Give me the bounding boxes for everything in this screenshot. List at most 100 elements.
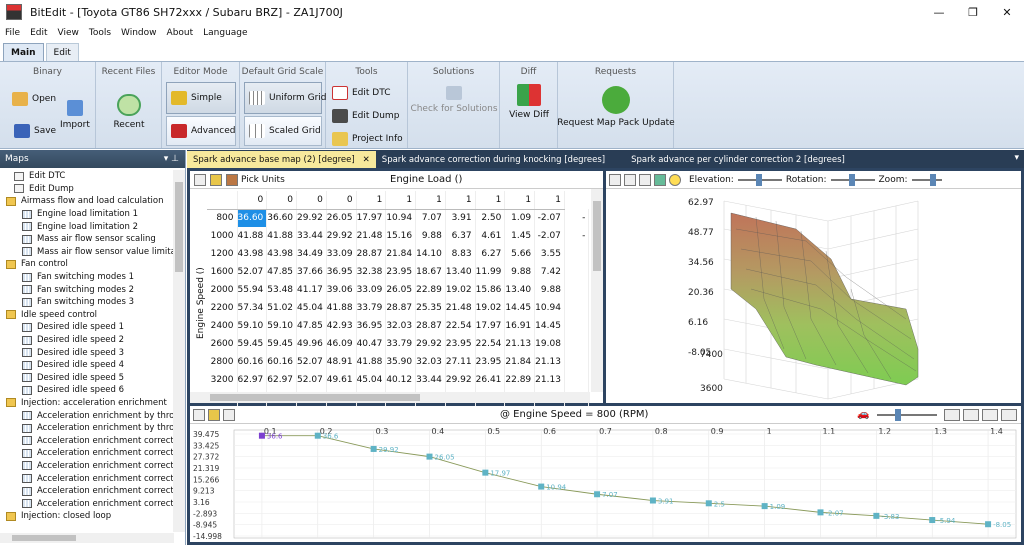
import-button[interactable]: Import	[60, 100, 90, 130]
table-cell[interactable]: 16.91	[504, 317, 536, 335]
table-cell[interactable]: 32.03	[385, 317, 417, 335]
table-cell[interactable]: 11.99	[475, 263, 506, 281]
minimize-button[interactable]: —	[922, 0, 956, 24]
line-icon[interactable]	[982, 409, 998, 421]
table-cell[interactable]: 47.85	[266, 263, 298, 281]
doc-tab-spark-knock-correction[interactable]: Spark advance correction during knocking…	[376, 151, 611, 168]
tree-item[interactable]: Fan switching modes 2	[0, 283, 174, 296]
table-cell[interactable]: 9.88	[504, 263, 536, 281]
table-cell[interactable]: 45.04	[296, 299, 327, 317]
view-diff-button[interactable]: View Diff	[508, 84, 550, 120]
tree-item[interactable]: Desired idle speed 2	[0, 334, 174, 347]
table-cell[interactable]: 21.84	[385, 245, 417, 263]
table-cell[interactable]: 3.91	[445, 209, 476, 227]
tree-item[interactable]: Fan switching modes 3	[0, 296, 174, 309]
grid-icon[interactable]	[223, 408, 235, 421]
table-cell[interactable]: 21.84	[504, 353, 536, 371]
table-cell[interactable]: 49.61	[326, 371, 357, 389]
tree-item[interactable]: Acceleration enrichment correcti	[0, 447, 174, 460]
table-cell[interactable]: 53.48	[266, 281, 298, 299]
table-cell[interactable]: 14.45	[534, 317, 565, 335]
color-palette-icon[interactable]	[210, 173, 222, 186]
table-cell[interactable]: 15.86	[475, 281, 506, 299]
table-cell[interactable]: 23.95	[475, 353, 506, 371]
tree-item[interactable]: Desired idle speed 6	[0, 384, 174, 397]
tab-list-icon[interactable]: ▾	[1014, 153, 1019, 163]
table-cell[interactable]	[564, 281, 590, 299]
table-cell[interactable]: -2.07	[534, 209, 565, 227]
edit-dtc-button[interactable]: Edit DTC	[332, 86, 390, 100]
tree-item[interactable]: Desired idle speed 3	[0, 346, 174, 359]
table-cell[interactable]: 62.97	[266, 371, 298, 389]
table-cell[interactable]: 52.07	[296, 371, 327, 389]
table-cell[interactable]: 22.54	[445, 317, 476, 335]
table-cell[interactable]: 13.40	[504, 281, 536, 299]
table-cell[interactable]: 51.02	[266, 299, 298, 317]
menu-edit[interactable]: Edit	[25, 28, 52, 38]
table-cell[interactable]: 47.85	[296, 317, 327, 335]
doc-tab-spark-advance-base[interactable]: Spark advance base map (2) [degree] ✕	[187, 151, 376, 168]
table-cell[interactable]: 33.44	[296, 227, 327, 245]
table-cell[interactable]: 28.87	[415, 317, 446, 335]
table-cell[interactable]: 26.05	[385, 281, 417, 299]
table-cell[interactable]: 57.34	[237, 299, 268, 317]
table-cell[interactable]	[564, 299, 590, 317]
recent-button[interactable]: Recent	[110, 94, 148, 130]
tree-item[interactable]: Acceleration enrichment by thro	[0, 409, 174, 422]
tree-item[interactable]: Fan switching modes 1	[0, 271, 174, 284]
table-cell[interactable]: 60.16	[266, 353, 298, 371]
table-cell[interactable]: 36.60	[266, 209, 298, 227]
table-cell[interactable]: -2.07	[534, 227, 565, 245]
grid-toggle-icon[interactable]	[944, 409, 960, 421]
table-cell[interactable]: 17.97	[475, 317, 506, 335]
markers-icon[interactable]	[1001, 409, 1017, 421]
table-cell[interactable]: 41.88	[237, 227, 268, 245]
table-cell[interactable]	[564, 353, 590, 371]
tree-item[interactable]: Engine load limitation 2	[0, 220, 174, 233]
tree-item[interactable]: Mass air flow sensor value limita	[0, 246, 174, 259]
table-cell[interactable]: 48.91	[326, 353, 357, 371]
table-cell[interactable]: 52.07	[296, 353, 327, 371]
table-cell[interactable]: 35.90	[385, 353, 417, 371]
table-cell[interactable]: 7.07	[415, 209, 446, 227]
table-cell[interactable]: 33.79	[356, 299, 387, 317]
table-cell[interactable]: 23.95	[445, 335, 476, 353]
table-cell[interactable]: 45.04	[356, 371, 387, 389]
grid-toggle-icon[interactable]	[624, 173, 636, 186]
tree-item[interactable]: Acceleration enrichment correcti	[0, 485, 174, 498]
table-cell[interactable]: 14.45	[504, 299, 536, 317]
line-markers-icon[interactable]	[963, 409, 979, 421]
grid-horizontal-scrollbar[interactable]	[190, 392, 590, 403]
table-cell[interactable]: 34.49	[296, 245, 327, 263]
table-cell[interactable]: 33.44	[415, 371, 446, 389]
move-icon[interactable]	[193, 408, 205, 421]
close-button[interactable]: ✕	[990, 0, 1024, 24]
table-cell[interactable]: 5.66	[504, 245, 536, 263]
table-cell[interactable]: 1.45	[504, 227, 536, 245]
table-cell[interactable]: 21.13	[534, 353, 565, 371]
tree-item[interactable]: Engine load limitation 1	[0, 208, 174, 221]
table-cell[interactable]: 6.37	[445, 227, 476, 245]
table-cell[interactable]	[564, 371, 590, 389]
table-cell[interactable]: 9.88	[415, 227, 446, 245]
table-cell[interactable]	[564, 335, 590, 353]
open-button[interactable]: Open	[12, 92, 56, 106]
menu-tools[interactable]: Tools	[84, 28, 116, 38]
table-cell[interactable]: 55.94	[237, 281, 268, 299]
menu-language[interactable]: Language	[198, 28, 252, 38]
table-cell[interactable]: 36.95	[356, 317, 387, 335]
tree-item[interactable]: Acceleration enrichment by thro	[0, 422, 174, 435]
table-cell[interactable]: 37.66	[296, 263, 327, 281]
table-cell[interactable]: 23.95	[385, 263, 417, 281]
uniform-grid-button[interactable]: Uniform Grid	[244, 82, 327, 114]
table-cell[interactable]: 36.95	[326, 263, 357, 281]
table-cell[interactable]: 13.40	[445, 263, 476, 281]
table-cell[interactable]: 4.61	[475, 227, 506, 245]
grid-vertical-scrollbar[interactable]	[591, 189, 603, 392]
table-cell[interactable]: 59.10	[237, 317, 268, 335]
menu-about[interactable]: About	[162, 28, 199, 38]
table-cell[interactable]: 43.98	[237, 245, 268, 263]
table-cell[interactable]: 29.92	[415, 335, 446, 353]
chart-slider[interactable]	[877, 409, 937, 421]
pick-units-button[interactable]: Pick Units	[241, 175, 285, 185]
